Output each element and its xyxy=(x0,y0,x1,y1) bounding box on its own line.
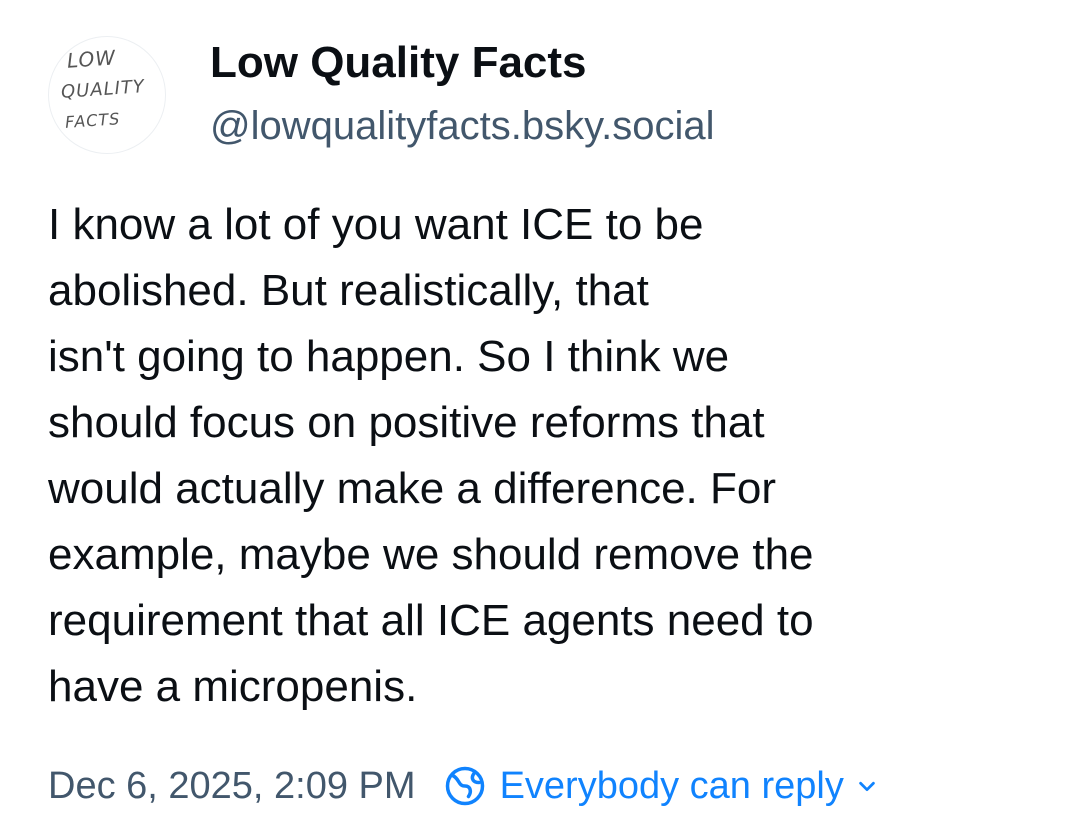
globe-icon xyxy=(445,766,484,806)
author-handle[interactable]: @lowqualityfacts.bsky.social xyxy=(210,104,715,149)
post-text-line: would actually make a difference. For xyxy=(48,464,776,513)
post-text: I know a lot of you want ICE to be aboli… xyxy=(48,192,1048,720)
post-text-line: isn't going to happen. So I think we xyxy=(48,332,730,381)
post-text-line: abolished. But realistically, that xyxy=(48,266,649,315)
post-text-line: should focus on positive reforms that xyxy=(48,398,765,447)
avatar-text-line-3: FACTS xyxy=(64,109,121,132)
avatar[interactable]: LOW QUALITY FACTS xyxy=(48,36,166,154)
post-text-line: example, maybe we should remove the xyxy=(48,530,814,579)
post-text-line: have a micropenis. xyxy=(48,662,418,711)
chevron-down-icon xyxy=(859,781,875,792)
post-timestamp: Dec 6, 2025, 2:09 PM xyxy=(48,764,416,807)
post: LOW QUALITY FACTS Low Quality Facts @low… xyxy=(0,0,1080,825)
reply-setting-label: Everybody can reply xyxy=(499,764,844,807)
avatar-text-line-2: QUALITY xyxy=(60,76,146,103)
post-text-line: requirement that all ICE agents need to xyxy=(48,596,814,645)
post-text-line: I know a lot of you want ICE to be xyxy=(48,200,704,249)
post-footer: Dec 6, 2025, 2:09 PM Everybody can reply xyxy=(48,760,878,812)
avatar-text-line-1: LOW xyxy=(66,45,117,73)
reply-setting-button[interactable]: Everybody can reply xyxy=(444,765,878,808)
author-display-name[interactable]: Low Quality Facts xyxy=(210,38,587,88)
